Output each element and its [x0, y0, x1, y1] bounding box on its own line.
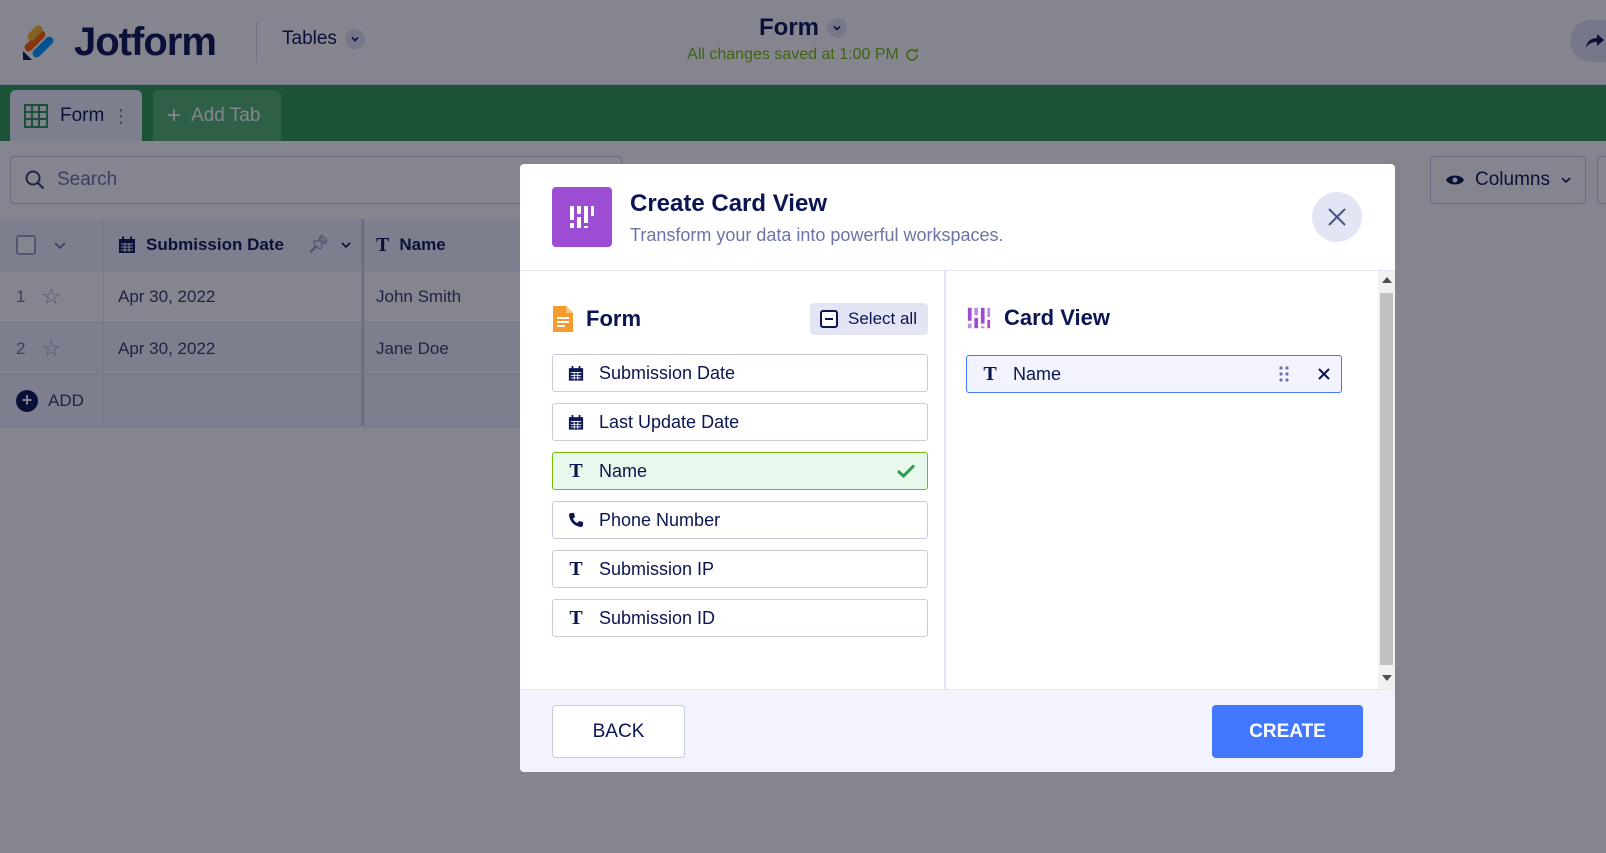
scrollbar[interactable]	[1378, 271, 1395, 689]
minus-checkbox-icon	[820, 310, 838, 328]
calendar-icon	[567, 414, 585, 431]
calendar-icon	[567, 365, 585, 382]
field-submission-id[interactable]: T Submission ID	[552, 599, 928, 637]
card-view-icon	[967, 307, 991, 329]
form-document-icon	[553, 306, 573, 332]
text-icon: T	[569, 460, 583, 482]
phone-icon	[567, 512, 585, 528]
card-field-name[interactable]: T Name	[966, 355, 1342, 393]
text-icon: T	[569, 558, 583, 580]
field-phone-number[interactable]: Phone Number	[552, 501, 928, 539]
text-icon: T	[569, 607, 583, 629]
field-label: Submission Date	[599, 362, 736, 383]
field-submission-date[interactable]: Submission Date	[552, 354, 928, 392]
field-label: Last Update Date	[599, 411, 740, 432]
field-label: Phone Number	[599, 509, 721, 530]
create-card-view-dialog: Create Card View Transform your data int…	[520, 164, 1395, 772]
panel-title-text: Form	[586, 306, 641, 331]
close-button[interactable]	[1312, 192, 1362, 242]
panel-title: Card View	[966, 305, 1110, 331]
select-all-label: Select all	[848, 309, 917, 328]
create-button[interactable]: CREATE	[1212, 705, 1363, 758]
panel-title-text: Card View	[1004, 305, 1110, 330]
close-icon	[1328, 208, 1346, 226]
field-label: Name	[599, 460, 648, 481]
scroll-up-icon[interactable]	[1382, 277, 1392, 283]
form-fields-panel: Form Select all Submission Date Last Upd…	[520, 271, 946, 689]
remove-field-icon[interactable]	[1317, 367, 1331, 381]
dialog-title: Create Card View	[630, 190, 827, 217]
dialog-subtitle: Transform your data into powerful worksp…	[630, 225, 1004, 245]
panel-title: Form	[552, 305, 641, 333]
text-icon: T	[983, 363, 997, 385]
scroll-down-icon[interactable]	[1382, 675, 1392, 681]
back-button[interactable]: BACK	[552, 705, 685, 758]
dialog-header: Create Card View Transform your data int…	[520, 164, 1395, 271]
card-view-panel: Card View T Name	[948, 271, 1378, 689]
scrollbar-thumb[interactable]	[1380, 293, 1393, 665]
field-last-update-date[interactable]: Last Update Date	[552, 403, 928, 441]
select-all-button[interactable]: Select all	[810, 303, 928, 335]
checkmark-icon	[897, 464, 915, 478]
card-field-label: Name	[1013, 363, 1062, 384]
dialog-footer: BACK CREATE	[520, 689, 1395, 772]
field-submission-ip[interactable]: T Submission IP	[552, 550, 928, 588]
dialog-body: Form Select all Submission Date Last Upd…	[520, 271, 1395, 689]
field-label: Submission IP	[599, 558, 715, 579]
field-label: Submission ID	[599, 607, 716, 628]
card-view-icon	[552, 187, 612, 247]
drag-handle-icon[interactable]	[1279, 366, 1289, 382]
field-name[interactable]: T Name	[552, 452, 928, 490]
